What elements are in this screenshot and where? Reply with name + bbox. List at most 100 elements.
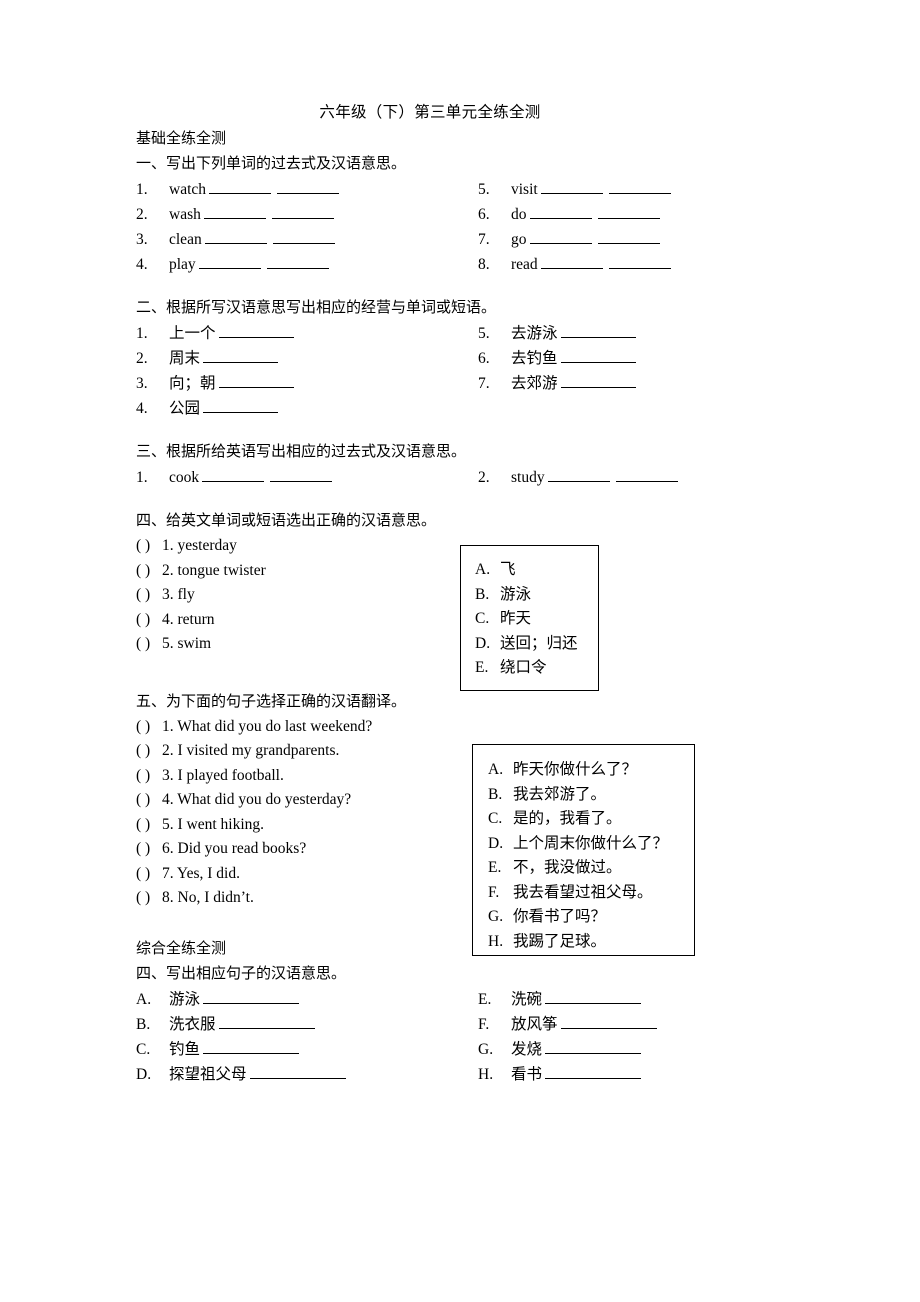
answer-blank[interactable] — [608, 254, 671, 269]
choice-text: 1. What did you do last weekend? — [162, 717, 373, 735]
answer-blank[interactable] — [545, 989, 642, 1004]
answer-blank[interactable] — [545, 1064, 642, 1079]
worksheet-page: 六年级（下）第三单元全练全测 基础全练全测 一、写出下列单词的过去式及汉语意思。… — [0, 0, 920, 1302]
question-row: 2. 周末 — [136, 346, 478, 371]
answer-blank[interactable] — [529, 204, 592, 219]
answer-blank[interactable] — [615, 467, 678, 482]
question-row: 6. do — [478, 202, 736, 227]
question-row: 5. visit — [478, 177, 736, 202]
option-row: E. 绕口令 — [475, 656, 598, 681]
choice-text: 8. No, I didn’t. — [162, 889, 254, 906]
option-letter: A. — [488, 761, 504, 778]
answer-paren[interactable]: ( ) — [136, 632, 162, 657]
answer-blank[interactable] — [203, 1039, 300, 1054]
option-row: C. 昨天 — [475, 607, 598, 632]
answer-blank[interactable] — [198, 254, 261, 269]
answer-paren[interactable]: ( ) — [136, 837, 162, 862]
answer-paren[interactable]: ( ) — [136, 608, 162, 633]
answer-blank[interactable] — [266, 254, 329, 269]
option-letter: G. — [488, 908, 504, 925]
item-letter: B. — [136, 1015, 151, 1033]
choice-text: 3. I played football. — [162, 766, 284, 784]
answer-paren[interactable]: ( ) — [136, 764, 162, 789]
item-word: study — [511, 469, 545, 486]
answer-blank[interactable] — [560, 373, 636, 388]
answer-blank[interactable] — [608, 179, 671, 194]
answer-blank[interactable] — [560, 348, 636, 363]
option-letter: F. — [488, 883, 500, 901]
option-letter: D. — [488, 834, 504, 852]
answer-blank[interactable] — [203, 398, 279, 413]
answer-blank[interactable] — [529, 229, 592, 244]
answer-paren[interactable]: ( ) — [136, 559, 162, 584]
option-text: 我去看望过祖父母。 — [513, 883, 653, 901]
option-letter: C. — [488, 810, 503, 827]
option-row: B. 我去郊游了。 — [488, 783, 694, 808]
answer-blank[interactable] — [203, 204, 266, 219]
item-number: 2. — [136, 206, 148, 223]
item-letter: C. — [136, 1040, 151, 1058]
answer-blank[interactable] — [277, 179, 340, 194]
answer-paren[interactable]: ( ) — [136, 534, 162, 559]
section-6-right-column: E. 洗碗 F. 放风筝 G. 发烧 H. 看书 — [478, 987, 736, 1087]
answer-blank[interactable] — [547, 467, 610, 482]
answer-blank[interactable] — [272, 229, 335, 244]
item-word: 去郊游 — [511, 375, 558, 392]
answer-blank[interactable] — [540, 254, 603, 269]
answer-blank[interactable] — [597, 229, 660, 244]
option-letter: B. — [475, 585, 490, 603]
answer-blank[interactable] — [209, 179, 272, 194]
choice-text: 5. swim — [162, 635, 212, 652]
answer-paren[interactable]: ( ) — [136, 715, 162, 740]
answer-paren[interactable]: ( ) — [136, 583, 162, 608]
answer-blank[interactable] — [218, 323, 294, 338]
section-4-items: ( ) 1. yesterday ( ) 2. tongue twister ( )… — [136, 534, 736, 657]
section-2-right-column: 5. 去游泳 6. 去钓鱼 7. 去郊游 — [478, 321, 736, 421]
choice-text: 2. I visited my grandparents. — [162, 742, 340, 759]
item-word: clean — [169, 231, 202, 248]
answer-paren[interactable]: ( ) — [136, 862, 162, 887]
answer-blank[interactable] — [203, 989, 300, 1004]
answer-blank[interactable] — [545, 1039, 642, 1054]
item-letter: G. — [478, 1040, 494, 1058]
answer-paren[interactable]: ( ) — [136, 788, 162, 813]
item-word: 向；朝 — [169, 375, 216, 392]
section-5-heading: 五、为下面的句子选择正确的汉语翻译。 — [136, 693, 407, 710]
answer-blank[interactable] — [271, 204, 334, 219]
item-word: read — [511, 256, 538, 273]
option-text: 不，我没做过。 — [513, 859, 622, 876]
option-row: G. 你看书了吗？ — [488, 905, 694, 930]
answer-blank[interactable] — [560, 1014, 657, 1029]
item-word: 去钓鱼 — [511, 350, 558, 367]
answer-blank[interactable] — [249, 1064, 346, 1079]
answer-blank[interactable] — [560, 323, 636, 338]
answer-paren[interactable]: ( ) — [136, 813, 162, 838]
choice-text: 2. tongue twister — [162, 561, 266, 579]
answer-blank[interactable] — [204, 229, 267, 244]
item-number: 7. — [478, 375, 490, 392]
answer-blank[interactable] — [203, 348, 279, 363]
answer-blank[interactable] — [202, 467, 265, 482]
section-4-heading: 四、给英文单词或短语选出正确的汉语意思。 — [136, 513, 437, 529]
item-number: 2. — [478, 469, 490, 486]
item-number: 5. — [478, 325, 490, 342]
answer-blank[interactable] — [597, 204, 660, 219]
section-3-rows: 1. cook 2. study — [136, 465, 736, 490]
item-number: 1. — [136, 325, 148, 342]
item-word: visit — [511, 181, 538, 198]
answer-blank[interactable] — [270, 467, 333, 482]
item-word: 周末 — [169, 350, 201, 367]
answer-paren[interactable]: ( ) — [136, 886, 162, 911]
question-row: D. 探望祖父母 — [136, 1062, 478, 1087]
answer-paren[interactable]: ( ) — [136, 739, 162, 764]
option-letter: H. — [488, 932, 504, 950]
answer-blank[interactable] — [218, 373, 294, 388]
item-number: 3. — [136, 231, 148, 248]
item-number: 6. — [478, 206, 490, 223]
item-word: 上一个 — [169, 325, 216, 342]
answer-blank[interactable] — [540, 179, 603, 194]
answer-blank[interactable] — [218, 1014, 315, 1029]
section-1-heading: 一、写出下列单词的过去式及汉语意思。 — [136, 156, 407, 172]
option-text: 昨天 — [500, 610, 532, 627]
